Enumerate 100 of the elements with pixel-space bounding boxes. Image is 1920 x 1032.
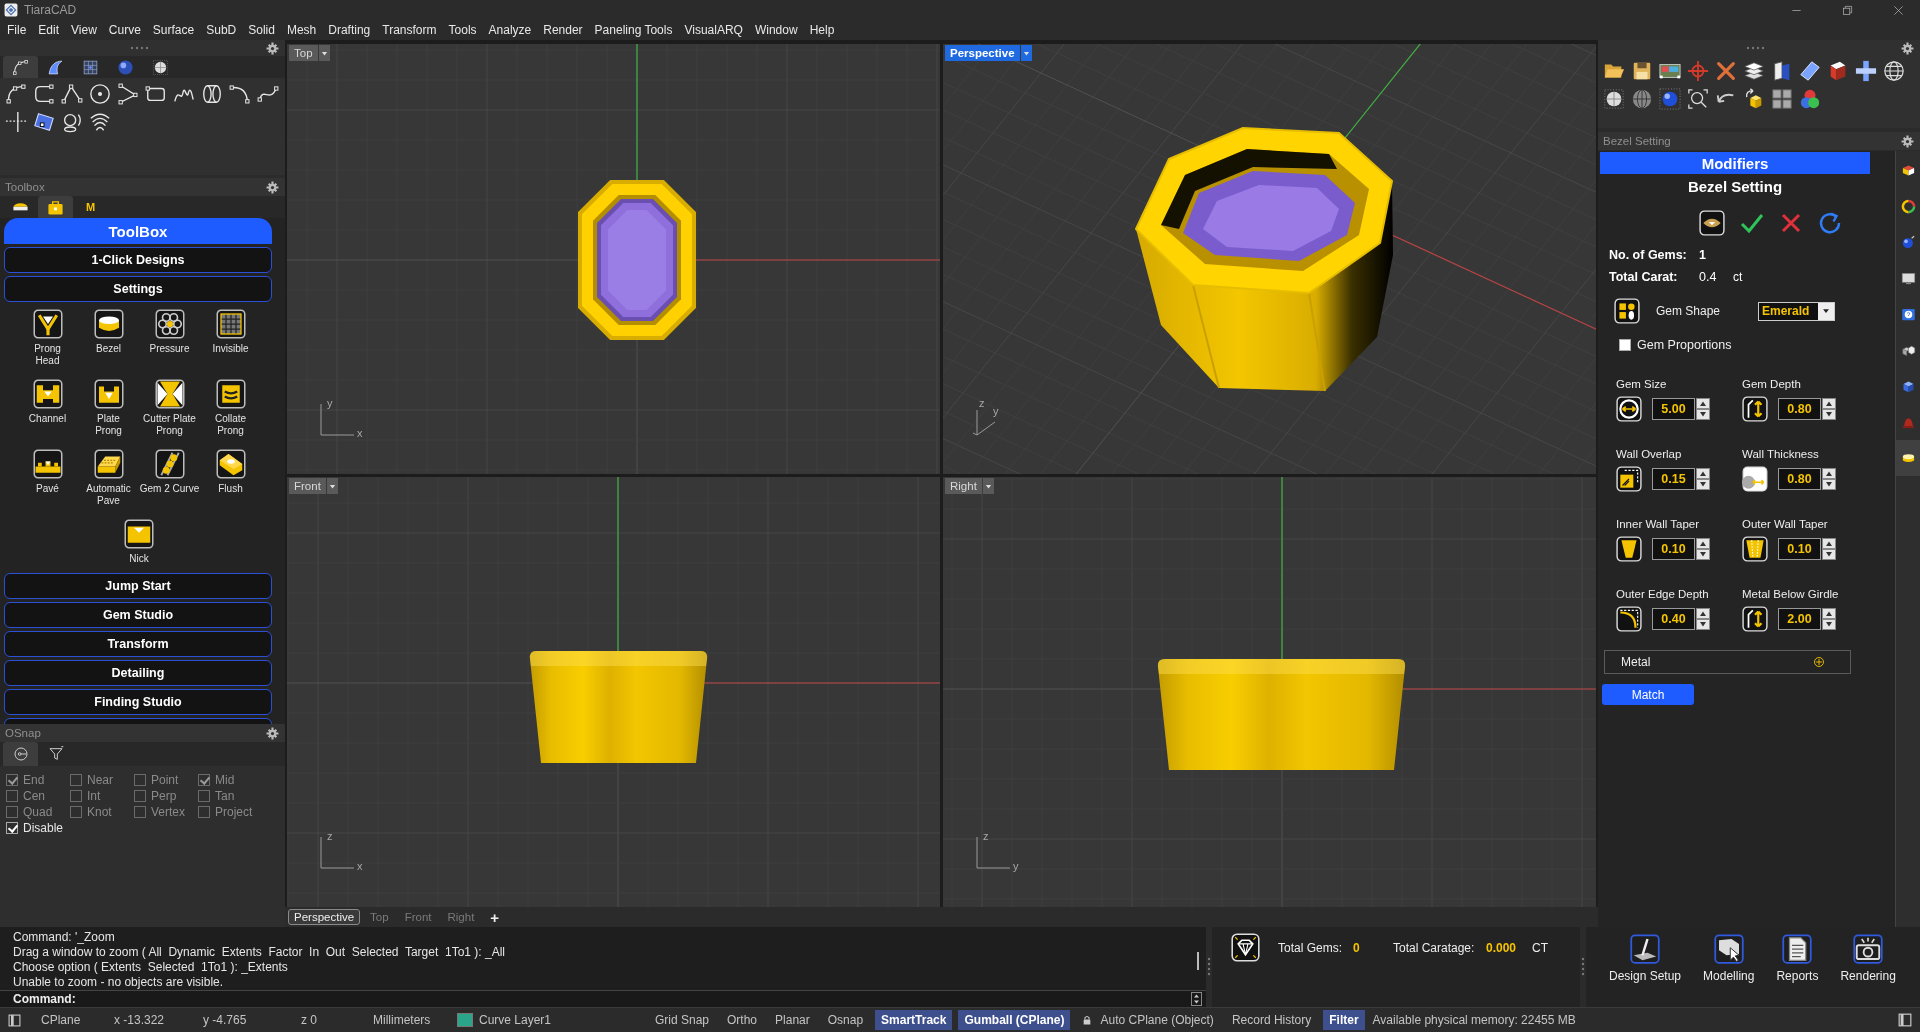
tool-button[interactable]: Nick: [108, 519, 170, 565]
viewport-menu-button[interactable]: [326, 478, 338, 494]
menu-item[interactable]: Window: [748, 21, 804, 39]
menu-item[interactable]: Help: [803, 21, 841, 39]
viewport-tab[interactable]: Perspective: [288, 909, 361, 925]
grid-sphere-icon[interactable]: [1659, 88, 1681, 110]
menu-item[interactable]: Curve: [102, 21, 147, 39]
nav-button[interactable]: Modelling: [1697, 934, 1761, 1007]
zoom-icon[interactable]: [1687, 88, 1709, 110]
spin-buttons[interactable]: [1822, 398, 1836, 420]
status-toggle[interactable]: Record History: [1225, 1010, 1318, 1030]
number-field[interactable]: 2.00: [1778, 608, 1821, 630]
circle-on-base-icon[interactable]: [61, 111, 83, 133]
section-button[interactable]: Finding Studio: [4, 689, 272, 715]
status-toggle[interactable]: Planar: [769, 1010, 816, 1030]
add-tab-button[interactable]: +: [490, 908, 500, 926]
toolbox-tab[interactable]: [38, 196, 73, 218]
checkbox-label[interactable]: Disable: [23, 821, 64, 835]
tool-button[interactable]: Channel: [17, 379, 78, 437]
menu-item[interactable]: Mesh: [280, 21, 323, 39]
diamond-icon[interactable]: [1231, 933, 1260, 962]
control-curve-icon[interactable]: [5, 83, 27, 105]
cylinder-icon[interactable]: [201, 83, 223, 105]
menu-item[interactable]: Tools: [442, 21, 483, 39]
toolbox-tab[interactable]: M: [73, 196, 108, 218]
menu-item[interactable]: Transform: [376, 21, 443, 39]
tool-button[interactable]: Pressure: [139, 309, 200, 367]
toolbar-tab[interactable]: [3, 56, 38, 78]
quadrant-square-icon[interactable]: [1616, 466, 1642, 492]
grip-dots-icon[interactable]: [1746, 46, 1766, 50]
section-button[interactable]: Gem Studio: [4, 602, 272, 628]
tool-button[interactable]: Cutter Plate Prong: [139, 379, 200, 437]
status-toggle[interactable]: Osnap: [821, 1010, 870, 1030]
status-toggle[interactable]: Ortho: [721, 1010, 764, 1030]
menu-item[interactable]: Surface: [146, 21, 201, 39]
corner-arc-icon[interactable]: [1616, 606, 1642, 632]
x-mark-icon[interactable]: [1779, 211, 1803, 235]
viewport-title[interactable]: Top: [289, 45, 318, 61]
grip-dots-icon[interactable]: [1581, 957, 1585, 977]
section-button[interactable]: 1-Click Designs: [4, 247, 272, 273]
triangle-icon[interactable]: [117, 83, 139, 105]
close-icon[interactable]: [1893, 4, 1904, 16]
concentric-arcs-icon[interactable]: [89, 111, 111, 133]
tool-button[interactable]: Bezel: [78, 309, 139, 367]
spin-buttons[interactable]: [1822, 468, 1836, 490]
settings-icon[interactable]: [266, 726, 279, 740]
status-toggle[interactable]: Gumball (CPlane): [958, 1010, 1071, 1030]
checkmark-icon[interactable]: [1740, 211, 1764, 235]
arc-icon[interactable]: [229, 83, 251, 105]
number-field[interactable]: 0.10: [1652, 538, 1695, 560]
menu-item[interactable]: Drafting: [322, 21, 377, 39]
tool-button[interactable]: Prong Head: [17, 309, 78, 367]
viewport-menu-button[interactable]: [1020, 45, 1032, 61]
x-mark-icon[interactable]: [1715, 60, 1737, 82]
trapezoid-icon[interactable]: [1616, 536, 1642, 562]
menu-item[interactable]: VisualARQ: [678, 21, 749, 39]
status-toggle[interactable]: Grid Snap: [649, 1010, 716, 1030]
menu-item[interactable]: File: [1, 21, 33, 39]
restore-icon[interactable]: [1842, 4, 1853, 16]
scrollbar-thumb[interactable]: [1197, 952, 1199, 970]
spin-buttons[interactable]: [1822, 538, 1836, 560]
status-toggle[interactable]: Auto CPlane (Object): [1076, 1010, 1220, 1030]
square-panel-icon[interactable]: [1898, 1013, 1912, 1027]
menu-item[interactable]: Paneling Tools: [588, 21, 679, 39]
four-squares-icon[interactable]: [1771, 88, 1793, 110]
spin-buttons[interactable]: [1191, 992, 1202, 1006]
shapes-icon[interactable]: [1614, 298, 1640, 324]
viewport-menu-button[interactable]: [318, 45, 330, 61]
gem-shape-dropdown[interactable]: Emerald: [1758, 301, 1835, 321]
spin-buttons[interactable]: [1696, 608, 1710, 630]
number-field[interactable]: 0.80: [1778, 398, 1821, 420]
tile-icon[interactable]: [33, 111, 55, 133]
tool-button[interactable]: Pavé: [17, 449, 78, 507]
overlapping-circles-icon[interactable]: [1799, 88, 1821, 110]
number-field[interactable]: 5.00: [1652, 398, 1695, 420]
tool-button[interactable]: Collate Prong: [200, 379, 261, 437]
number-field[interactable]: 0.10: [1778, 538, 1821, 560]
status-toggle[interactable]: SmartTrack: [875, 1010, 953, 1030]
metal-section-header[interactable]: Metal: [1604, 650, 1851, 674]
menu-item[interactable]: Render: [537, 21, 589, 39]
tool-button[interactable]: Flush: [200, 449, 261, 507]
settings-icon[interactable]: [1901, 134, 1914, 148]
spin-buttons[interactable]: [1822, 608, 1836, 630]
section-button[interactable]: Settings: [4, 276, 272, 302]
nav-button[interactable]: Design Setup: [1603, 934, 1688, 1007]
checkbox-label[interactable]: Gem Proportions: [1637, 338, 1732, 352]
osnap-tab[interactable]: [3, 742, 38, 766]
spin-buttons[interactable]: [1696, 538, 1710, 560]
status-toggle[interactable]: Filter: [1323, 1010, 1365, 1030]
checkbox[interactable]: [1619, 339, 1631, 351]
viewport-title[interactable]: Front: [289, 478, 326, 494]
tool-button[interactable]: Automatic Pave: [78, 449, 139, 507]
units-label[interactable]: Millimeters: [373, 1013, 457, 1027]
number-field[interactable]: 0.80: [1778, 468, 1821, 490]
settings-icon[interactable]: [1901, 41, 1914, 55]
grip-dots-icon[interactable]: [129, 46, 150, 50]
match-button[interactable]: Match: [1602, 684, 1694, 705]
menu-item[interactable]: Analyze: [482, 21, 538, 39]
wave-icon[interactable]: [257, 83, 279, 105]
plane-icon[interactable]: [1799, 60, 1821, 82]
